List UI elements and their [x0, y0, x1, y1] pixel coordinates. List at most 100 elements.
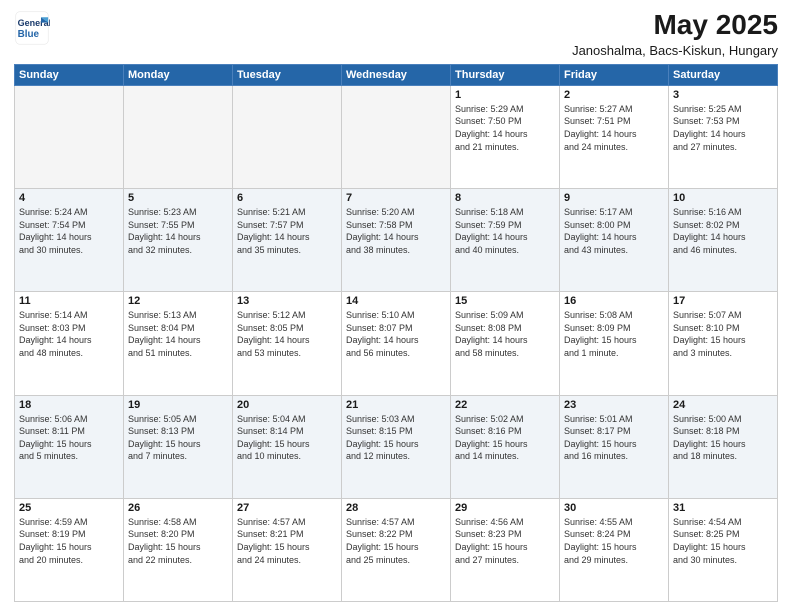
day-number: 7 — [346, 192, 446, 204]
day-number: 31 — [673, 502, 773, 514]
week-row-4: 18 Sunrise: 5:06 AM Sunset: 8:11 PM Dayli… — [15, 395, 778, 498]
table-cell: 20Sunrise: 5:04 AM Sunset: 8:14 PM Dayli… — [233, 395, 342, 498]
table-cell: 26 Sunrise: 4:58 AM Sunset: 8:20 PM Dayli… — [124, 498, 233, 601]
header-sunday: Sunday — [15, 64, 124, 85]
day-info: Sunrise: 5:23 AM Sunset: 7:55 PM Dayligh… — [128, 206, 228, 256]
day-number: 23 — [564, 399, 664, 411]
day-info: Sunrise: 4:58 AM Sunset: 8:20 PM Dayligh… — [128, 516, 228, 566]
day-number: 6 — [237, 192, 337, 204]
table-cell: 24Sunrise: 5:00 AM Sunset: 8:18 PM Dayli… — [669, 395, 778, 498]
header-saturday: Saturday — [669, 64, 778, 85]
day-number: 5 — [128, 192, 228, 204]
day-info: Sunrise: 5:05 AM Sunset: 8:13 PM Dayligh… — [128, 413, 228, 463]
day-number: 12 — [128, 295, 228, 307]
day-number: 8 — [455, 192, 555, 204]
main-title: May 2025 — [572, 10, 778, 41]
header-monday: Monday — [124, 64, 233, 85]
day-number: 9 — [564, 192, 664, 204]
table-cell: 5 Sunrise: 5:23 AM Sunset: 7:55 PM Daylig… — [124, 189, 233, 292]
day-info: Sunrise: 4:54 AM Sunset: 8:25 PM Dayligh… — [673, 516, 773, 566]
table-cell: 18 Sunrise: 5:06 AM Sunset: 8:11 PM Dayli… — [15, 395, 124, 498]
table-cell: 12 Sunrise: 5:13 AM Sunset: 8:04 PM Dayli… — [124, 292, 233, 395]
header-thursday: Thursday — [451, 64, 560, 85]
table-cell: 11 Sunrise: 5:14 AM Sunset: 8:03 PM Dayli… — [15, 292, 124, 395]
header: General Blue May 2025 Janoshalma, Bacs-K… — [14, 10, 778, 58]
day-info: Sunrise: 5:25 AM Sunset: 7:53 PM Dayligh… — [673, 103, 773, 153]
table-cell: 25 Sunrise: 4:59 AM Sunset: 8:19 PM Dayli… — [15, 498, 124, 601]
table-cell — [342, 85, 451, 188]
day-number: 17 — [673, 295, 773, 307]
table-cell — [15, 85, 124, 188]
logo: General Blue — [14, 10, 50, 46]
title-block: May 2025 Janoshalma, Bacs-Kiskun, Hungar… — [572, 10, 778, 58]
table-cell: 4 Sunrise: 5:24 AM Sunset: 7:54 PM Daylig… — [15, 189, 124, 292]
day-info: Sunrise: 5:20 AM Sunset: 7:58 PM Dayligh… — [346, 206, 446, 256]
day-number: 26 — [128, 502, 228, 514]
header-wednesday: Wednesday — [342, 64, 451, 85]
table-cell: 28 Sunrise: 4:57 AM Sunset: 8:22 PM Dayli… — [342, 498, 451, 601]
table-cell: 16Sunrise: 5:08 AM Sunset: 8:09 PM Dayli… — [560, 292, 669, 395]
day-info: Sunrise: 5:29 AM Sunset: 7:50 PM Dayligh… — [455, 103, 555, 153]
day-number: 20 — [237, 399, 337, 411]
table-cell: 3 Sunrise: 5:25 AM Sunset: 7:53 PM Daylig… — [669, 85, 778, 188]
table-cell: 22 Sunrise: 5:02 AM Sunset: 8:16 PM Dayli… — [451, 395, 560, 498]
day-number: 3 — [673, 89, 773, 101]
day-info: Sunrise: 5:09 AM Sunset: 8:08 PM Dayligh… — [455, 309, 555, 359]
table-cell: 7 Sunrise: 5:20 AM Sunset: 7:58 PM Daylig… — [342, 189, 451, 292]
day-number: 4 — [19, 192, 119, 204]
day-number: 2 — [564, 89, 664, 101]
table-cell: 10Sunrise: 5:16 AM Sunset: 8:02 PM Dayli… — [669, 189, 778, 292]
table-cell: 23 Sunrise: 5:01 AM Sunset: 8:17 PM Dayli… — [560, 395, 669, 498]
table-cell: 8 Sunrise: 5:18 AM Sunset: 7:59 PM Daylig… — [451, 189, 560, 292]
day-number: 18 — [19, 399, 119, 411]
day-info: Sunrise: 5:21 AM Sunset: 7:57 PM Dayligh… — [237, 206, 337, 256]
day-info: Sunrise: 5:10 AM Sunset: 8:07 PM Dayligh… — [346, 309, 446, 359]
table-cell: 15 Sunrise: 5:09 AM Sunset: 8:08 PM Dayli… — [451, 292, 560, 395]
table-cell: 19 Sunrise: 5:05 AM Sunset: 8:13 PM Dayli… — [124, 395, 233, 498]
table-cell: 14Sunrise: 5:10 AM Sunset: 8:07 PM Dayli… — [342, 292, 451, 395]
table-cell: 13Sunrise: 5:12 AM Sunset: 8:05 PM Dayli… — [233, 292, 342, 395]
table-cell: 30Sunrise: 4:55 AM Sunset: 8:24 PM Dayli… — [560, 498, 669, 601]
day-number: 22 — [455, 399, 555, 411]
day-info: Sunrise: 4:57 AM Sunset: 8:22 PM Dayligh… — [346, 516, 446, 566]
week-row-3: 11 Sunrise: 5:14 AM Sunset: 8:03 PM Dayli… — [15, 292, 778, 395]
week-row-2: 4 Sunrise: 5:24 AM Sunset: 7:54 PM Daylig… — [15, 189, 778, 292]
subtitle: Janoshalma, Bacs-Kiskun, Hungary — [572, 43, 778, 58]
day-number: 28 — [346, 502, 446, 514]
day-info: Sunrise: 5:02 AM Sunset: 8:16 PM Dayligh… — [455, 413, 555, 463]
table-cell: 6 Sunrise: 5:21 AM Sunset: 7:57 PM Daylig… — [233, 189, 342, 292]
day-number: 15 — [455, 295, 555, 307]
calendar-table: Sunday Monday Tuesday Wednesday Thursday… — [14, 64, 778, 602]
day-info: Sunrise: 5:06 AM Sunset: 8:11 PM Dayligh… — [19, 413, 119, 463]
day-number: 19 — [128, 399, 228, 411]
day-number: 25 — [19, 502, 119, 514]
table-cell: 29Sunrise: 4:56 AM Sunset: 8:23 PM Dayli… — [451, 498, 560, 601]
day-info: Sunrise: 5:12 AM Sunset: 8:05 PM Dayligh… — [237, 309, 337, 359]
day-number: 29 — [455, 502, 555, 514]
day-info: Sunrise: 5:13 AM Sunset: 8:04 PM Dayligh… — [128, 309, 228, 359]
svg-text:Blue: Blue — [18, 29, 40, 40]
weekday-header-row: Sunday Monday Tuesday Wednesday Thursday… — [15, 64, 778, 85]
logo-icon: General Blue — [14, 10, 50, 46]
day-info: Sunrise: 5:01 AM Sunset: 8:17 PM Dayligh… — [564, 413, 664, 463]
day-info: Sunrise: 4:59 AM Sunset: 8:19 PM Dayligh… — [19, 516, 119, 566]
header-friday: Friday — [560, 64, 669, 85]
week-row-1: 1 Sunrise: 5:29 AM Sunset: 7:50 PM Daylig… — [15, 85, 778, 188]
day-info: Sunrise: 5:07 AM Sunset: 8:10 PM Dayligh… — [673, 309, 773, 359]
day-number: 11 — [19, 295, 119, 307]
day-number: 27 — [237, 502, 337, 514]
header-tuesday: Tuesday — [233, 64, 342, 85]
week-row-5: 25 Sunrise: 4:59 AM Sunset: 8:19 PM Dayli… — [15, 498, 778, 601]
day-info: Sunrise: 5:17 AM Sunset: 8:00 PM Dayligh… — [564, 206, 664, 256]
day-number: 16 — [564, 295, 664, 307]
day-info: Sunrise: 5:14 AM Sunset: 8:03 PM Dayligh… — [19, 309, 119, 359]
day-info: Sunrise: 5:24 AM Sunset: 7:54 PM Dayligh… — [19, 206, 119, 256]
table-cell: 21Sunrise: 5:03 AM Sunset: 8:15 PM Dayli… — [342, 395, 451, 498]
day-info: Sunrise: 5:18 AM Sunset: 7:59 PM Dayligh… — [455, 206, 555, 256]
day-info: Sunrise: 4:57 AM Sunset: 8:21 PM Dayligh… — [237, 516, 337, 566]
day-info: Sunrise: 5:27 AM Sunset: 7:51 PM Dayligh… — [564, 103, 664, 153]
day-number: 1 — [455, 89, 555, 101]
table-cell: 9 Sunrise: 5:17 AM Sunset: 8:00 PM Daylig… — [560, 189, 669, 292]
day-number: 10 — [673, 192, 773, 204]
table-cell: 1 Sunrise: 5:29 AM Sunset: 7:50 PM Daylig… — [451, 85, 560, 188]
